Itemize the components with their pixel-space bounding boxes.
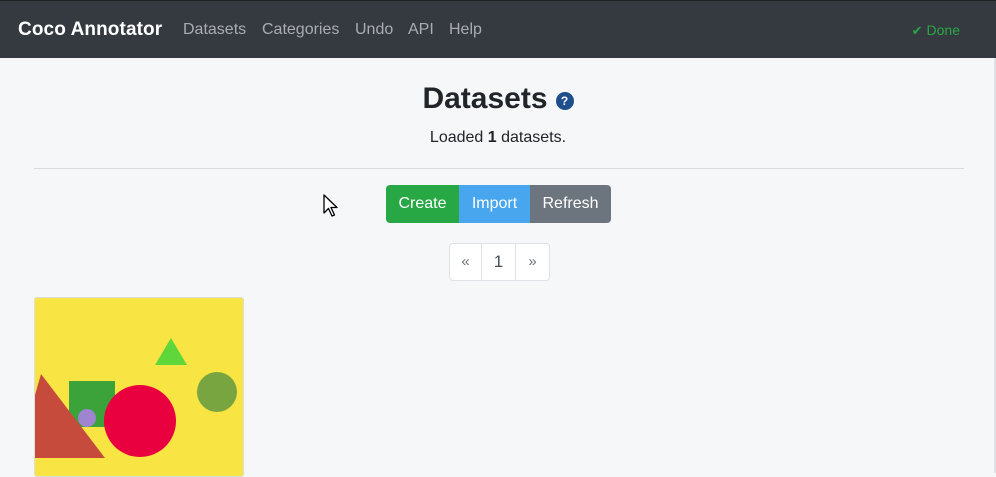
olive-circle-shape [197, 372, 237, 412]
dataset-card[interactable] [34, 297, 244, 477]
page-title: Datasets [422, 82, 548, 115]
create-button[interactable]: Create [386, 185, 459, 223]
import-button[interactable]: Import [459, 185, 530, 223]
purple-circle-shape [78, 409, 96, 427]
page-prev-button[interactable]: « [449, 243, 482, 281]
dataset-count: 1 [487, 129, 497, 146]
mouse-cursor-icon [323, 194, 338, 217]
question-circle-icon[interactable]: ? [555, 92, 574, 110]
app-brand[interactable]: Coco Annotator [18, 19, 162, 41]
status-indicator: ✔ Done [912, 22, 960, 39]
subtitle-prefix: Loaded [429, 129, 484, 146]
refresh-button[interactable]: Refresh [530, 185, 611, 223]
top-navbar: Coco Annotator Datasets Categories Undo … [0, 0, 996, 58]
subtitle-suffix: datasets. [501, 129, 567, 146]
page-next-button[interactable]: » [516, 243, 550, 281]
page-number-button[interactable]: 1 [482, 243, 516, 281]
pagination: « 1 » [449, 243, 550, 281]
check-icon: ✔ [911, 23, 923, 38]
nav-item-api[interactable]: API [408, 21, 434, 39]
nav-item-categories[interactable]: Categories [262, 21, 339, 39]
page-header: Datasets? [0, 82, 996, 116]
dataset-thumbnail[interactable] [35, 298, 244, 477]
dataset-count-text: Loaded 1 datasets. [0, 129, 996, 147]
red-circle-shape [104, 385, 176, 457]
dataset-actions: Create Import Refresh [386, 185, 611, 223]
nav-item-help[interactable]: Help [449, 21, 482, 39]
status-label: Done [926, 22, 960, 38]
nav-item-datasets[interactable]: Datasets [183, 21, 246, 39]
nav-item-undo[interactable]: Undo [355, 21, 393, 39]
divider [34, 168, 964, 169]
